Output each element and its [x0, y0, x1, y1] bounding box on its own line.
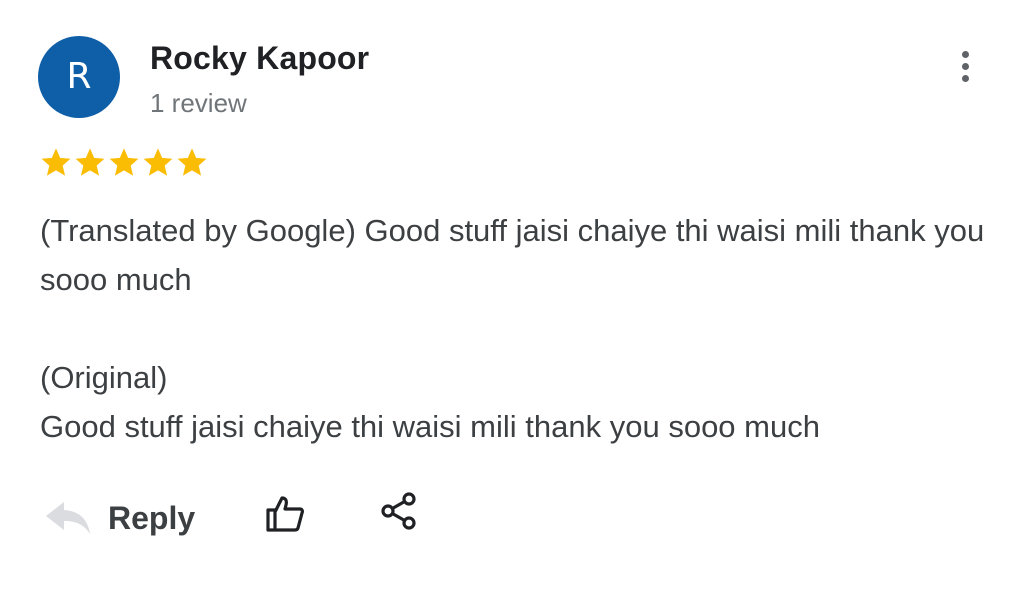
- share-icon: [381, 492, 416, 530]
- star-rating: [40, 146, 208, 178]
- review-body: (Translated by Google) Good stuff jaisi …: [40, 206, 1000, 451]
- share-button[interactable]: [378, 490, 420, 537]
- avatar[interactable]: R: [38, 36, 120, 118]
- reply-arrow-icon: [46, 502, 90, 534]
- reply-label: Reply: [108, 499, 196, 536]
- more-options-button[interactable]: [950, 44, 980, 88]
- star-icon: [41, 148, 71, 176]
- original-label: (Original): [40, 360, 168, 395]
- avatar-initial: R: [66, 56, 92, 97]
- translated-review-text: (Translated by Google) Good stuff jaisi …: [40, 213, 985, 297]
- review-count: 1 review: [150, 88, 247, 118]
- thumbs-up-icon: [266, 496, 304, 532]
- reply-button[interactable]: Reply: [44, 488, 195, 548]
- original-review-text: Good stuff jaisi chaiye thi waisi mili t…: [40, 409, 820, 444]
- more-vertical-icon: [961, 50, 969, 58]
- star-icon: [109, 148, 139, 176]
- like-button[interactable]: [264, 492, 306, 539]
- star-icon: [143, 148, 173, 176]
- star-icon: [75, 148, 105, 176]
- reviewer-name[interactable]: Rocky Kapoor: [150, 40, 369, 77]
- star-icon: [177, 148, 207, 176]
